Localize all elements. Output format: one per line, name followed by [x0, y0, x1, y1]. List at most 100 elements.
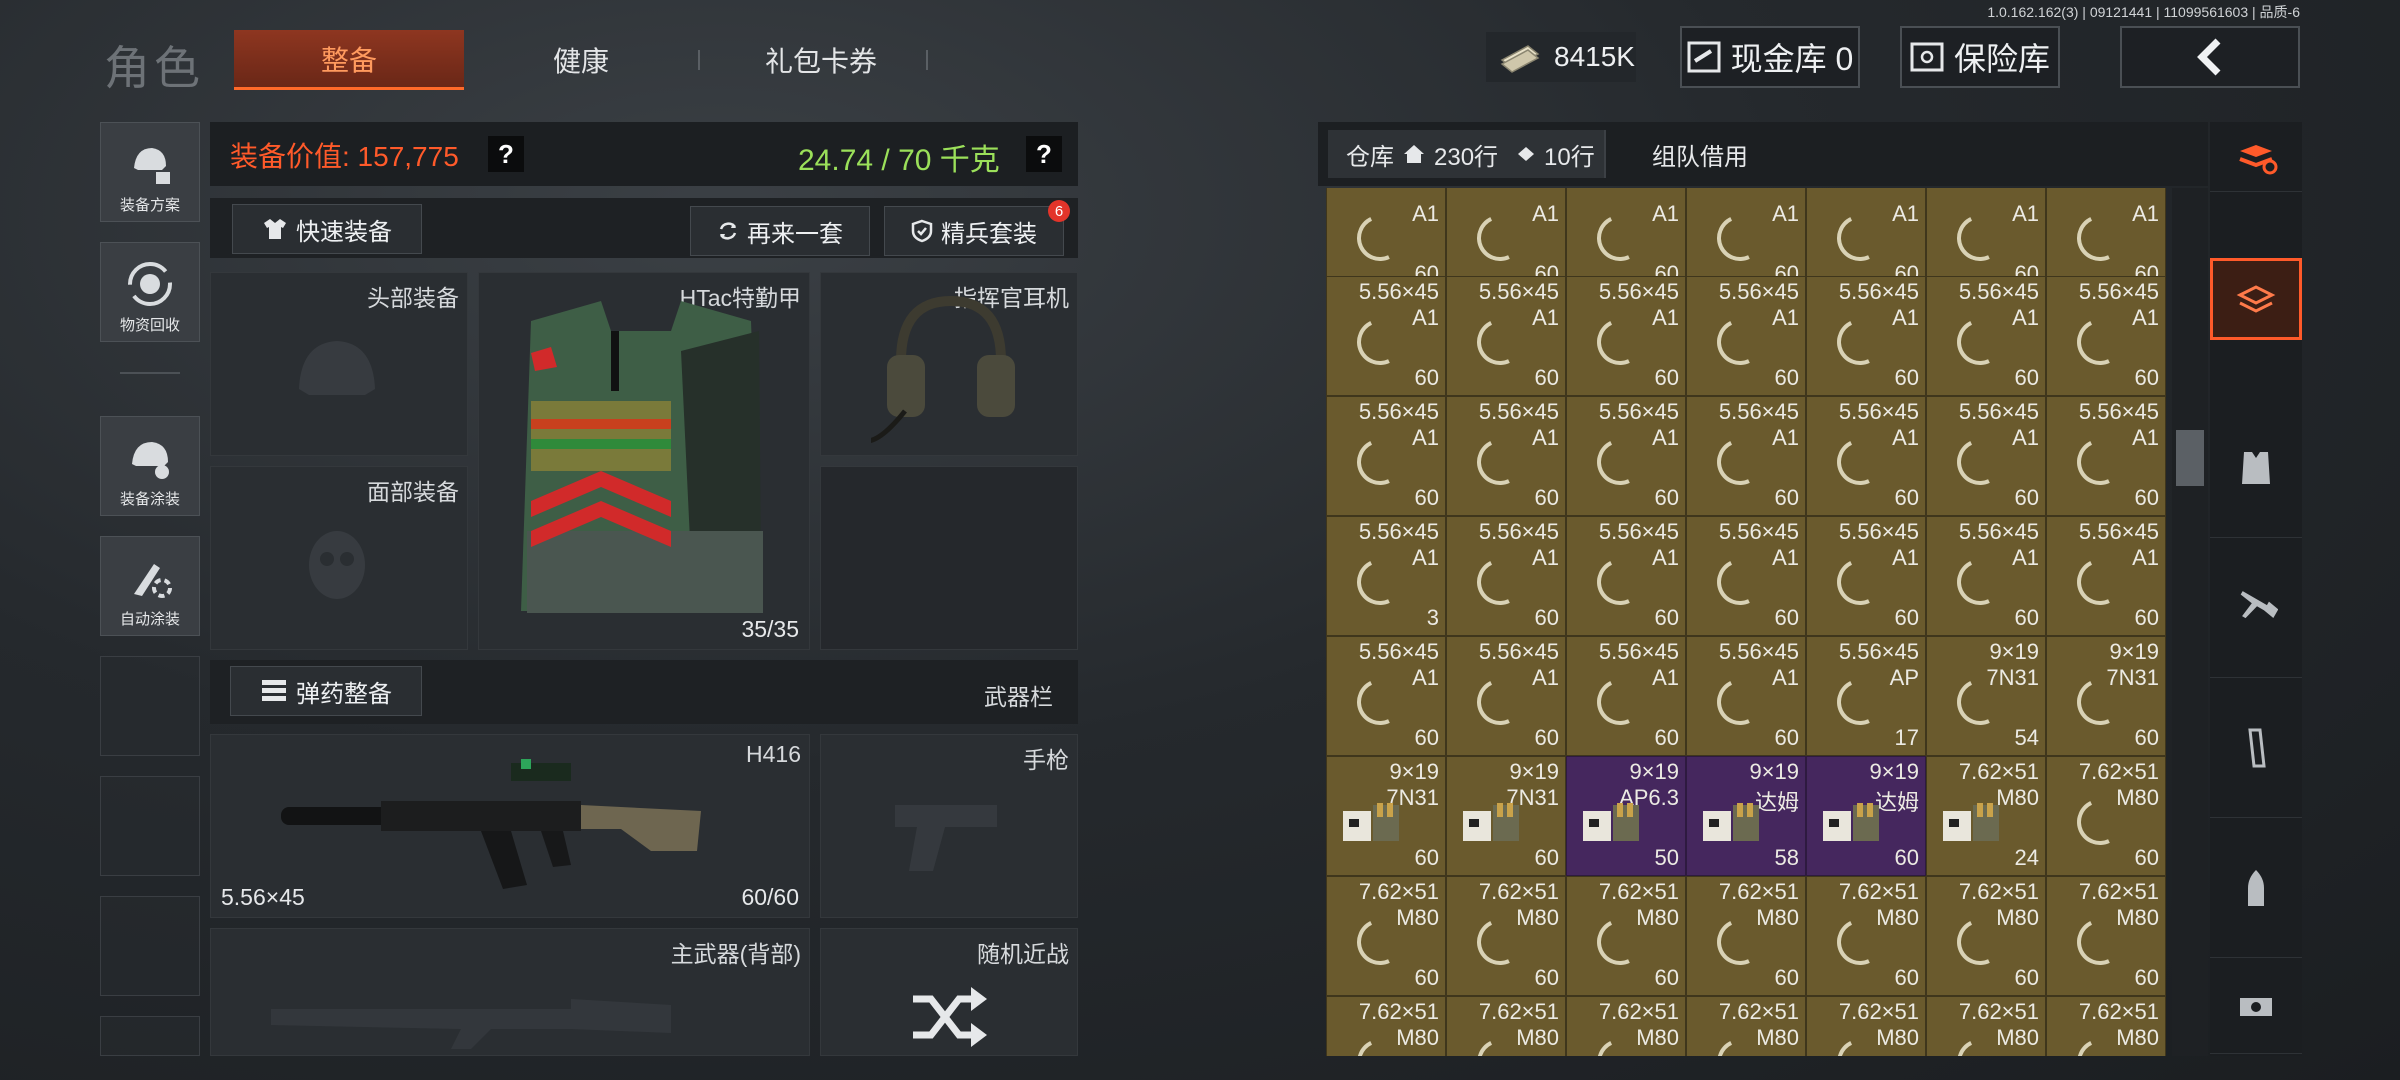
- inventory-item[interactable]: 5.56×45 A1 60: [1806, 276, 1926, 396]
- item-caliber: 5.56×45: [1478, 279, 1559, 304]
- headset-slot[interactable]: 指挥官耳机: [820, 272, 1078, 456]
- tab-gift-cards[interactable]: 礼包卡券: [706, 30, 936, 90]
- item-type: A1: [2132, 305, 2159, 330]
- item-caliber: 7.62×51: [1718, 879, 1799, 904]
- inventory-item[interactable]: 7.62×51 M80: [1806, 996, 1926, 1056]
- primary-weapon-slot[interactable]: H416 5.56×45 60/60: [210, 734, 810, 918]
- pistol-slot[interactable]: 手枪: [820, 734, 1078, 918]
- inventory-item[interactable]: 5.56×45 A1 60: [1446, 636, 1566, 756]
- cash-vault-button[interactable]: 现金库 0: [1680, 26, 1860, 88]
- inventory-item[interactable]: 7.62×51 M80: [2046, 996, 2166, 1056]
- filter-button[interactable]: [2210, 538, 2302, 678]
- back-weapon-slot[interactable]: 主武器(背部): [210, 928, 810, 1056]
- tab-team-borrow[interactable]: 组队借用: [1652, 130, 1748, 178]
- inventory-item[interactable]: 5.56×45 A1 60: [1566, 636, 1686, 756]
- inventory-item[interactable]: 5.56×45 A1 60: [1326, 636, 1446, 756]
- back-button[interactable]: [2120, 26, 2300, 88]
- filter-button[interactable]: [2210, 258, 2302, 340]
- inventory-item[interactable]: 7.62×51 M80 60: [1806, 876, 1926, 996]
- item-type: M80: [2116, 1025, 2159, 1050]
- loading-ring-icon: [1470, 552, 1530, 612]
- inventory-item[interactable]: 9×19 AP6.3 50: [1566, 756, 1686, 876]
- inventory-item[interactable]: 7.62×51 M80 60: [2046, 756, 2166, 876]
- ammo-box-icon: [1343, 803, 1399, 841]
- inventory-item[interactable]: 9×19 7N31 54: [1926, 636, 2046, 756]
- filter-button[interactable]: [2210, 958, 2302, 1054]
- inventory-item[interactable]: 5.56×45 A1 60: [1446, 516, 1566, 636]
- loading-ring-icon: [2070, 432, 2130, 492]
- inventory-item[interactable]: 7.62×51 M80: [1926, 996, 2046, 1056]
- empty-gear-slot[interactable]: [820, 466, 1078, 650]
- item-count: 60: [1894, 605, 1919, 630]
- value-help-icon[interactable]: ?: [488, 136, 524, 172]
- inventory-item[interactable]: 5.56×45 AP 17: [1806, 636, 1926, 756]
- supply-recycle-button[interactable]: 物资回收: [100, 242, 200, 342]
- inventory-item[interactable]: 7.62×51 M80 60: [1926, 876, 2046, 996]
- face-slot[interactable]: 面部装备: [210, 466, 468, 650]
- inventory-item[interactable]: 5.56×45 A1 60: [1326, 276, 1446, 396]
- equipment-paint-button[interactable]: 装备涂装: [100, 416, 200, 516]
- inventory-item[interactable]: 7.62×51 M80: [1566, 996, 1686, 1056]
- another-set-button[interactable]: 再来一套: [690, 206, 870, 256]
- auto-paint-button[interactable]: 自动涂装: [100, 536, 200, 636]
- inventory-item[interactable]: 5.56×45 A1 60: [1686, 276, 1806, 396]
- melee-slot[interactable]: 随机近战: [820, 928, 1078, 1056]
- head-slot[interactable]: 头部装备: [210, 272, 468, 456]
- safe-box-button[interactable]: 保险库: [1900, 26, 2060, 88]
- inventory-scrollbar[interactable]: [2172, 188, 2208, 1056]
- inventory-item[interactable]: 7.62×51 M80 60: [1446, 876, 1566, 996]
- inventory-item[interactable]: 5.56×45 A1 60: [1326, 396, 1446, 516]
- inventory-item[interactable]: 7.62×51 M80: [1326, 996, 1446, 1056]
- loading-ring-icon: [1350, 672, 1410, 732]
- inventory-item[interactable]: 5.56×45 A1 60: [1686, 636, 1806, 756]
- quick-equip-button[interactable]: 快速装备: [232, 204, 422, 254]
- inventory-item[interactable]: 5.56×45 A1 60: [1806, 396, 1926, 516]
- inventory-item[interactable]: 9×19 7N31 60: [2046, 636, 2166, 756]
- weight-help-icon[interactable]: ?: [1026, 136, 1062, 172]
- filter-button[interactable]: [2210, 398, 2302, 538]
- inventory-item[interactable]: 5.56×45 A1 60: [1446, 396, 1566, 516]
- inventory-item[interactable]: 7.62×51 M80: [1686, 996, 1806, 1056]
- inventory-item[interactable]: 5.56×45 A1 60: [1926, 516, 2046, 636]
- inventory-item[interactable]: 5.56×45 A1 60: [1926, 276, 2046, 396]
- inventory-item[interactable]: 5.56×45 A1 60: [1806, 516, 1926, 636]
- inventory-item[interactable]: 7.62×51 M80 60: [1566, 876, 1686, 996]
- item-count: 60: [2134, 965, 2159, 990]
- filter-button[interactable]: [2210, 126, 2302, 192]
- item-type: A1: [1892, 201, 1919, 226]
- item-caliber: 5.56×45: [2078, 399, 2159, 424]
- inventory-item[interactable]: 9×19 7N31 60: [1446, 756, 1566, 876]
- inventory-item[interactable]: 7.62×51 M80 60: [1326, 876, 1446, 996]
- inventory-item[interactable]: 7.62×51 M80 60: [1686, 876, 1806, 996]
- filter-button[interactable]: [2210, 678, 2302, 818]
- inventory-item[interactable]: 5.56×45 A1 60: [1686, 396, 1806, 516]
- inventory-item[interactable]: 5.56×45 A1 60: [1686, 516, 1806, 636]
- elite-set-button[interactable]: 精兵套装: [884, 206, 1064, 256]
- tab-health[interactable]: 健康: [466, 30, 696, 90]
- inventory-item[interactable]: 7.62×51 M80 24: [1926, 756, 2046, 876]
- inventory-item[interactable]: 9×19 7N31 60: [1326, 756, 1446, 876]
- item-caliber: 7.62×51: [1478, 879, 1559, 904]
- scrollbar-thumb[interactable]: [2176, 430, 2204, 486]
- inventory-item[interactable]: 5.56×45 A1 60: [1446, 276, 1566, 396]
- tab-equipment[interactable]: 整备: [234, 30, 464, 90]
- ammo-equip-button[interactable]: 弹药整备: [230, 666, 422, 716]
- inventory-item[interactable]: 5.56×45 A1 3: [1326, 516, 1446, 636]
- armor-slot[interactable]: HTac特勤甲 35/35: [478, 272, 810, 650]
- inventory-item[interactable]: 9×19 达姆 60: [1806, 756, 1926, 876]
- filter-button[interactable]: [2210, 818, 2302, 958]
- item-caliber: 5.56×45: [1958, 399, 2039, 424]
- inventory-item[interactable]: 9×19 达姆 58: [1686, 756, 1806, 876]
- inventory-item[interactable]: 5.56×45 A1 60: [1566, 516, 1686, 636]
- inventory-item[interactable]: 7.62×51 M80 60: [2046, 876, 2166, 996]
- inventory-item[interactable]: 5.56×45 A1 60: [1926, 396, 2046, 516]
- inventory-item[interactable]: 5.56×45 A1 60: [2046, 516, 2166, 636]
- recycle-icon: [128, 262, 172, 306]
- loadout-plan-button[interactable]: 装备方案: [100, 122, 200, 222]
- inventory-item[interactable]: 5.56×45 A1 60: [2046, 396, 2166, 516]
- tab-storage[interactable]: 仓库 230行 10行: [1328, 130, 1604, 178]
- inventory-item[interactable]: 5.56×45 A1 60: [1566, 276, 1686, 396]
- inventory-item[interactable]: 7.62×51 M80: [1446, 996, 1566, 1056]
- inventory-item[interactable]: 5.56×45 A1 60: [1566, 396, 1686, 516]
- inventory-item[interactable]: 5.56×45 A1 60: [2046, 276, 2166, 396]
